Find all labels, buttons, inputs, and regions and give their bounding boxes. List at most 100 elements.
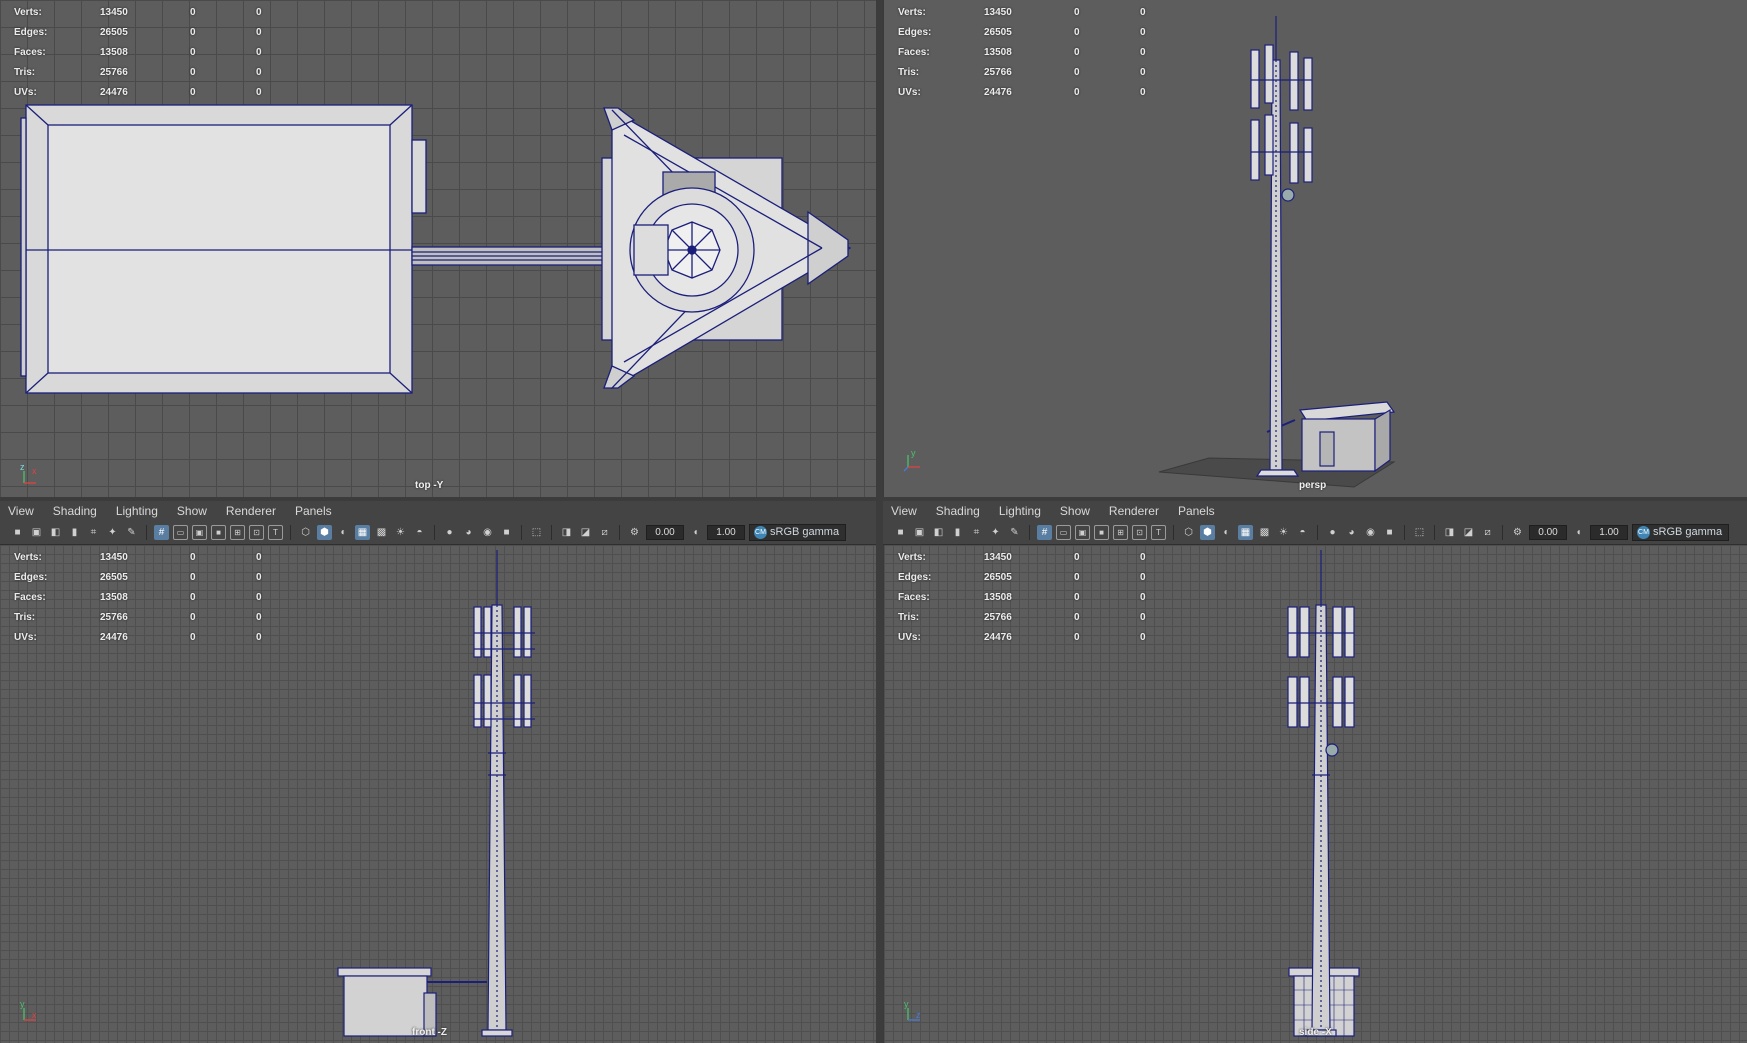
camera-label-front: front -Z — [412, 1027, 447, 1038]
use-all-lights-icon[interactable]: ☀ — [1276, 525, 1291, 540]
depth-of-field-icon[interactable]: ■ — [1382, 525, 1397, 540]
menu-renderer[interactable]: Renderer — [226, 504, 276, 518]
resolution-gate-icon[interactable]: ▣ — [192, 524, 207, 540]
image-plane-icon[interactable]: ⌗ — [86, 525, 101, 540]
color-space-selector[interactable]: CM sRGB gamma — [1632, 523, 1729, 541]
menu-view[interactable]: View — [891, 504, 917, 518]
exposure-icon[interactable]: ⚙ — [627, 525, 642, 540]
xray-joints-icon[interactable]: ◪ — [1461, 525, 1476, 540]
safe-action-icon[interactable]: ⊡ — [249, 524, 264, 540]
gamma-icon[interactable]: ◖ — [688, 525, 703, 540]
hud-row-edges: Edges: 26505 0 0 — [898, 26, 1146, 38]
safe-title-icon[interactable]: T — [1151, 524, 1166, 540]
default-material-icon[interactable]: ◐ — [336, 525, 351, 540]
menu-shading[interactable]: Shading — [53, 504, 97, 518]
shadows-icon[interactable]: ◓ — [1295, 525, 1310, 540]
textured-icon[interactable]: ▦ — [355, 524, 370, 540]
smooth-shade-icon[interactable]: ⬢ — [1200, 524, 1215, 540]
default-material-icon[interactable]: ◐ — [1219, 525, 1234, 540]
camera-icon[interactable]: ■ — [10, 525, 25, 540]
camera-icon[interactable]: ■ — [893, 525, 908, 540]
safe-action-icon[interactable]: ⊡ — [1132, 524, 1147, 540]
two-d-pan-icon[interactable]: ✦ — [988, 525, 1003, 540]
grid-icon[interactable]: # — [154, 524, 169, 540]
grid-icon[interactable]: # — [1037, 524, 1052, 540]
xray-active-components-icon[interactable]: ⧄ — [1480, 525, 1495, 540]
axis-gizmo-side: y z — [904, 1000, 921, 1021]
isolate-select-icon[interactable]: ⬚ — [1412, 525, 1427, 540]
textured-icon[interactable]: ▦ — [1238, 524, 1253, 540]
hud-row-uvs: UVs: 24476 0 0 — [14, 86, 262, 98]
exposure-icon[interactable]: ⚙ — [1510, 525, 1525, 540]
microwave-dish — [1281, 188, 1295, 202]
bookmark-icon[interactable]: ▮ — [67, 525, 82, 540]
wireframe-icon[interactable]: ⬡ — [298, 525, 313, 540]
grease-pencil-icon[interactable]: ✎ — [124, 525, 139, 540]
multisample-aa-icon[interactable]: ◉ — [480, 525, 495, 540]
xray-joints-icon[interactable]: ◪ — [578, 525, 593, 540]
lock-camera-icon[interactable]: ◧ — [48, 525, 63, 540]
viewport-persp[interactable]: Verts: 13450 0 0 Edges: 26505 0 0 Faces: 13508 0… — [883, 0, 1747, 497]
film-gate-icon[interactable]: ▭ — [173, 524, 188, 540]
viewport-splitter-vertical[interactable] — [876, 0, 883, 1043]
menu-lighting[interactable]: Lighting — [116, 504, 158, 518]
menu-panels[interactable]: Panels — [295, 504, 332, 518]
xray-icon[interactable]: ◨ — [559, 525, 574, 540]
motion-blur-icon[interactable]: ◕ — [461, 525, 476, 540]
camera-attributes-icon[interactable]: ▣ — [29, 525, 44, 540]
antenna-panel — [1287, 676, 1298, 728]
menu-renderer[interactable]: Renderer — [1109, 504, 1159, 518]
menu-show[interactable]: Show — [1060, 504, 1090, 518]
hud-row-faces: Faces: 13508 0 0 — [14, 46, 262, 58]
menu-lighting[interactable]: Lighting — [999, 504, 1041, 518]
camera-attributes-icon[interactable]: ▣ — [912, 525, 927, 540]
motion-blur-icon[interactable]: ◕ — [1344, 525, 1359, 540]
camera-label-side: side -X — [1299, 1027, 1332, 1038]
hud-row-tris: Tris: 25766 0 0 — [14, 611, 262, 623]
smooth-shade-icon[interactable]: ⬢ — [317, 524, 332, 540]
gate-mask-icon[interactable]: ■ — [1094, 524, 1109, 540]
isolate-select-icon[interactable]: ⬚ — [529, 525, 544, 540]
hud-row-faces: Faces: 13508 0 0 — [898, 591, 1146, 603]
viewport-front[interactable]: Verts: 13450 0 0 Edges: 26505 0 0 Faces: 13508 0… — [0, 545, 876, 1043]
two-d-pan-icon[interactable]: ✦ — [105, 525, 120, 540]
depth-of-field-icon[interactable]: ■ — [499, 525, 514, 540]
image-plane-icon[interactable]: ⌗ — [969, 525, 984, 540]
color-space-selector[interactable]: CM sRGB gamma — [749, 523, 846, 541]
menu-shading[interactable]: Shading — [936, 504, 980, 518]
screen-space-ao-icon[interactable]: ● — [442, 525, 457, 540]
field-chart-icon[interactable]: ⊞ — [230, 524, 245, 540]
gamma-field[interactable]: 1.00 — [1590, 524, 1628, 540]
gamma-icon[interactable]: ◖ — [1571, 525, 1586, 540]
gate-mask-icon[interactable]: ■ — [211, 524, 226, 540]
hud-row-faces: Faces: 13508 0 0 — [14, 591, 262, 603]
film-gate-icon[interactable]: ▭ — [1056, 524, 1071, 540]
menu-show[interactable]: Show — [177, 504, 207, 518]
shadows-icon[interactable]: ◓ — [412, 525, 427, 540]
resolution-gate-icon[interactable]: ▣ — [1075, 524, 1090, 540]
hud-row-uvs: UVs: 24476 0 0 — [14, 631, 262, 643]
viewport-side[interactable]: Verts: 13450 0 0 Edges: 26505 0 0 Faces: 13508 0… — [883, 545, 1747, 1043]
field-chart-icon[interactable]: ⊞ — [1113, 524, 1128, 540]
xray-active-components-icon[interactable]: ⧄ — [597, 525, 612, 540]
wireframe-icon[interactable]: ⬡ — [1181, 525, 1196, 540]
use-all-lights-icon[interactable]: ☀ — [393, 525, 408, 540]
gamma-field[interactable]: 1.00 — [707, 524, 745, 540]
xray-icon[interactable]: ◨ — [1442, 525, 1457, 540]
exposure-field[interactable]: 0.00 — [646, 524, 684, 540]
viewport-top[interactable]: Verts: 13450 0 0 Edges: 26505 0 0 Faces: 13508 0… — [0, 0, 876, 497]
screen-space-ao-icon[interactable]: ● — [1325, 525, 1340, 540]
lock-camera-icon[interactable]: ◧ — [931, 525, 946, 540]
checker-icon[interactable]: ▩ — [1257, 525, 1272, 540]
checker-icon[interactable]: ▩ — [374, 525, 389, 540]
multisample-aa-icon[interactable]: ◉ — [1363, 525, 1378, 540]
menu-panels[interactable]: Panels — [1178, 504, 1215, 518]
exposure-field[interactable]: 0.00 — [1529, 524, 1567, 540]
menu-view[interactable]: View — [8, 504, 34, 518]
grease-pencil-icon[interactable]: ✎ — [1007, 525, 1022, 540]
svg-text:x: x — [32, 466, 37, 476]
bookmark-icon[interactable]: ▮ — [950, 525, 965, 540]
panel-icon-bar: ■ ▣ ◧ ▮ ⌗ ✦ ✎ # ▭ ▣ ■ ⊞ ⊡ T ⬡ ⬢ ◐ ▦ ▩ ☀ … — [883, 521, 1747, 543]
safe-title-icon[interactable]: T — [268, 524, 283, 540]
antenna-panel — [1303, 127, 1313, 183]
